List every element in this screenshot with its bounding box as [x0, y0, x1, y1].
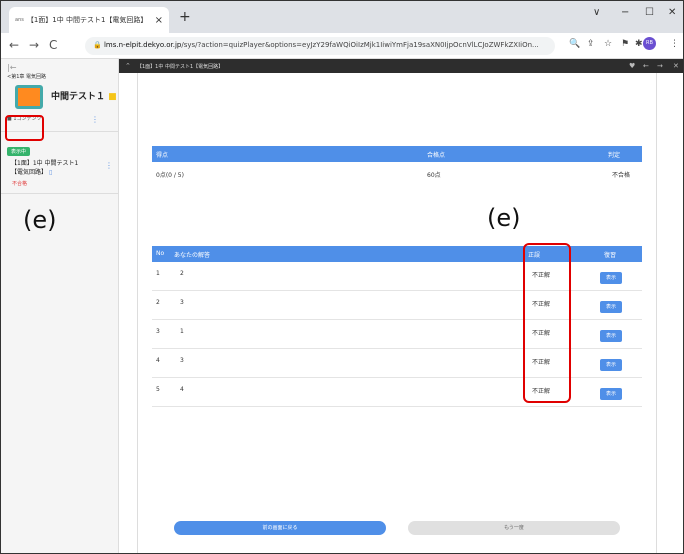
sidebar-item-quiz[interactable]: 【1面】1中 中間テスト1 【電気回路】 ▯	[11, 159, 91, 177]
zoom-icon[interactable]: 🔍	[569, 39, 580, 49]
forward-arrow-icon[interactable]: →	[29, 38, 39, 52]
lock-icon: 🔒	[93, 41, 104, 49]
next-icon[interactable]: →	[657, 62, 663, 70]
header-your-answer: あなたの解答	[174, 252, 211, 259]
row-answer: 4	[180, 386, 184, 393]
row-no: 4	[156, 357, 160, 364]
tab-strip: ans 【1面】1中 中間テスト1【電気回路】 × + ∨ − ☐ ✕	[1, 1, 683, 33]
sidebar-item-sublabel: 【電気回路】	[11, 169, 48, 176]
share-icon[interactable]: ⇪	[587, 39, 595, 49]
document-icon: ▯	[48, 169, 53, 176]
tab-title: 【1面】1中 中間テスト1【電気回路】	[26, 16, 148, 24]
header-score: 得点	[156, 152, 169, 159]
close-player-icon[interactable]: ✕	[673, 62, 679, 70]
score-table-row: 0点(0 / 5) 60点 不合格	[152, 170, 642, 182]
annotation-label-left: (e)	[23, 206, 57, 234]
close-window-icon[interactable]: ✕	[668, 7, 676, 18]
url-path: /sys/?action=quizPlayer&options=eyJzY29f…	[181, 41, 539, 49]
highlight-box-right	[523, 243, 571, 403]
show-button[interactable]: 表示	[600, 301, 622, 313]
address-bar: ← → C 🔒 lms.n-elpit.dekyo.or.jp/sys/?act…	[1, 33, 683, 59]
header-review: 復習	[604, 252, 617, 259]
heart-icon[interactable]: ♥	[629, 62, 635, 70]
minimize-icon[interactable]: −	[621, 7, 629, 18]
status-badge: 表示中	[7, 147, 31, 156]
collapse-sidebar-icon[interactable]: |←	[7, 63, 16, 72]
back-button[interactable]: 前の画面に戻る	[174, 521, 386, 535]
browser-tab[interactable]: ans 【1面】1中 中間テスト1【電気回路】 ×	[9, 7, 169, 33]
result-panel: 得点 合格点 判定 0点(0 / 5) 60点 不合格 No あなたの解答 正誤…	[137, 73, 657, 553]
header-pass-score: 合格点	[427, 152, 446, 159]
result-value: 不合格	[612, 172, 631, 179]
browser-window: ans 【1面】1中 中間テスト1【電気回路】 × + ∨ − ☐ ✕ ← → …	[0, 0, 684, 554]
row-answer: 3	[180, 299, 184, 306]
annotation-label-right: (e)	[487, 204, 521, 232]
maximize-icon[interactable]: ☐	[645, 7, 654, 18]
retry-button[interactable]: もう一度	[408, 521, 620, 535]
row-no: 5	[156, 386, 160, 393]
row-answer: 1	[180, 328, 184, 335]
menu-kebab-icon[interactable]: ⋮	[670, 39, 679, 49]
prev-icon[interactable]: ←	[643, 62, 649, 70]
profile-avatar[interactable]: RB	[643, 37, 656, 50]
player-title: 【1面】1中 中間テスト1【電気回路】	[137, 64, 224, 70]
score-table-header: 得点 合格点 判定	[152, 146, 642, 162]
show-button[interactable]: 表示	[600, 359, 622, 371]
url-field[interactable]: 🔒 lms.n-elpit.dekyo.or.jp/sys/?action=qu…	[85, 37, 555, 55]
sidebar-divider	[1, 193, 118, 194]
chapter-link[interactable]: <第1章 電気回路	[7, 73, 46, 80]
tab-close-icon[interactable]: ×	[155, 15, 163, 26]
header-result: 判定	[608, 152, 621, 159]
row-answer: 3	[180, 357, 184, 364]
back-arrow-icon[interactable]: ←	[9, 38, 19, 52]
new-tab-icon[interactable]: +	[179, 9, 191, 25]
row-no: 2	[156, 299, 160, 306]
folder-icon: ■	[108, 92, 117, 102]
url-host: lms.n-elpit.dekyo.or.jp	[103, 41, 182, 49]
row-answer: 2	[180, 270, 184, 277]
collapse-icon[interactable]: ⌃	[125, 62, 131, 70]
show-button[interactable]: 表示	[600, 388, 622, 400]
puzzle-icon[interactable]: ✱	[635, 39, 643, 49]
row-no: 3	[156, 328, 160, 335]
bookmark-star-icon[interactable]: ☆	[604, 39, 612, 49]
item-status: 不合格	[12, 181, 28, 187]
course-menu-icon[interactable]: ⋮	[91, 115, 99, 124]
pass-score-value: 60点	[427, 172, 441, 179]
item-menu-icon[interactable]: ⋮	[105, 161, 113, 170]
book-icon	[15, 85, 43, 109]
reload-icon[interactable]: C	[49, 38, 57, 52]
player-header: ⌃ 【1面】1中 中間テスト1【電気回路】 ♥ ← → ✕	[119, 59, 683, 73]
tab-search-icon[interactable]: ∨	[593, 7, 600, 18]
tab-favicon: ans	[15, 17, 24, 23]
show-button[interactable]: 表示	[600, 272, 622, 284]
extension-icon[interactable]: ⚑	[621, 39, 629, 49]
row-no: 1	[156, 270, 160, 277]
header-no: No	[156, 250, 165, 257]
sidebar-item-label: 【1面】1中 中間テスト1	[11, 160, 79, 167]
course-title: 中間テスト１ ■	[51, 92, 117, 102]
score-value: 0点(0 / 5)	[156, 172, 184, 179]
highlight-box-left	[5, 115, 44, 141]
show-button[interactable]: 表示	[600, 330, 622, 342]
quiz-player: ⌃ 【1面】1中 中間テスト1【電気回路】 ♥ ← → ✕ 得点 合格点 判定 …	[119, 59, 683, 553]
